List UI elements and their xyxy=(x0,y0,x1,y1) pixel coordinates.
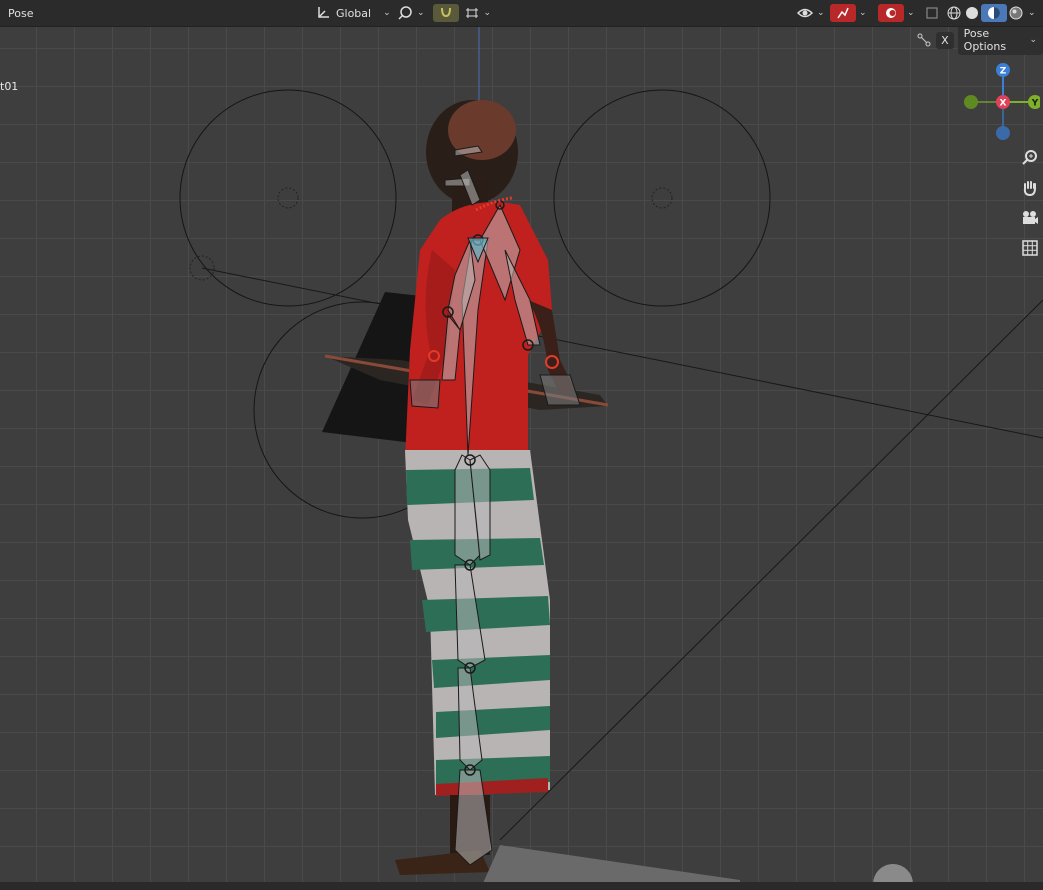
snap-magnet-icon[interactable] xyxy=(432,4,459,22)
solid-shading-icon[interactable] xyxy=(963,4,981,22)
close-button[interactable]: X xyxy=(936,31,954,49)
3d-viewport[interactable]: t01 Z Y X X Pose Options ⌄ xyxy=(0,0,1043,890)
gizmo-toggle-icon[interactable] xyxy=(830,4,856,22)
relationship-line xyxy=(499,299,1043,841)
empty-marker xyxy=(277,187,299,209)
active-object-label: t01 xyxy=(0,80,19,93)
mode-selector[interactable]: Pose xyxy=(8,3,33,23)
proportional-editing-icon[interactable] xyxy=(463,4,481,22)
svg-text:Z: Z xyxy=(1000,67,1007,77)
hand-pan-icon[interactable] xyxy=(1018,176,1042,200)
neg-z-axis-handle xyxy=(996,126,1010,140)
bottom-edge xyxy=(0,882,1043,890)
chevron-down-icon[interactable]: ⌄ xyxy=(817,8,825,18)
grid-icon[interactable] xyxy=(1018,236,1042,260)
transform-orientation-icon xyxy=(314,4,332,22)
material-shading-icon[interactable] xyxy=(981,4,1007,22)
xray-icon[interactable] xyxy=(923,4,941,22)
visibility-group: ⌄ xyxy=(796,3,825,23)
zoom-icon[interactable] xyxy=(1018,146,1042,170)
pose-options-dropdown[interactable]: Pose Options ⌄ xyxy=(957,25,1043,55)
shading-group: ⌄ xyxy=(923,3,1036,23)
snap-group: ⌄ ⌄ xyxy=(396,3,491,23)
chevron-down-icon[interactable]: ⌄ xyxy=(907,8,915,18)
overlay-icon[interactable] xyxy=(878,4,904,22)
wireframe-shading-icon[interactable] xyxy=(945,4,963,22)
pivot-icon[interactable] xyxy=(396,4,414,22)
eye-icon[interactable] xyxy=(796,4,814,22)
navigation-gizmo[interactable]: Z Y X xyxy=(960,60,1040,140)
armature-icon[interactable] xyxy=(916,31,932,49)
chevron-down-icon: ⌄ xyxy=(383,8,391,18)
svg-text:Y: Y xyxy=(1031,99,1039,109)
rendered-shading-icon[interactable] xyxy=(1007,4,1025,22)
gizmo-group: ⌄ xyxy=(830,3,867,23)
chevron-down-icon[interactable]: ⌄ xyxy=(1028,8,1036,18)
chevron-down-icon[interactable]: ⌄ xyxy=(484,8,492,18)
transform-orientation-dropdown[interactable]: Global ⌄ xyxy=(310,3,395,23)
relationship-line xyxy=(201,267,1043,439)
svg-text:X: X xyxy=(1000,99,1007,109)
chevron-down-icon[interactable]: ⌄ xyxy=(859,8,867,18)
pose-options-label: Pose Options xyxy=(963,27,1007,53)
control-circle-right xyxy=(553,89,771,307)
empty-marker xyxy=(651,187,673,209)
pose-options-row: X Pose Options ⌄ xyxy=(916,25,1043,55)
camera-icon[interactable] xyxy=(1018,206,1042,230)
overlay-group: ⌄ xyxy=(878,3,915,23)
transform-orientation-label: Global xyxy=(336,6,372,20)
neg-y-axis-handle xyxy=(964,95,978,109)
scene-canvas xyxy=(179,26,1043,890)
chevron-down-icon[interactable]: ⌄ xyxy=(417,8,425,18)
chevron-down-icon: ⌄ xyxy=(1029,35,1037,45)
viewport-header: Pose Global ⌄ ⌄ ⌄ ⌄ ⌄ ⌄ ⌄ xyxy=(0,0,1043,27)
